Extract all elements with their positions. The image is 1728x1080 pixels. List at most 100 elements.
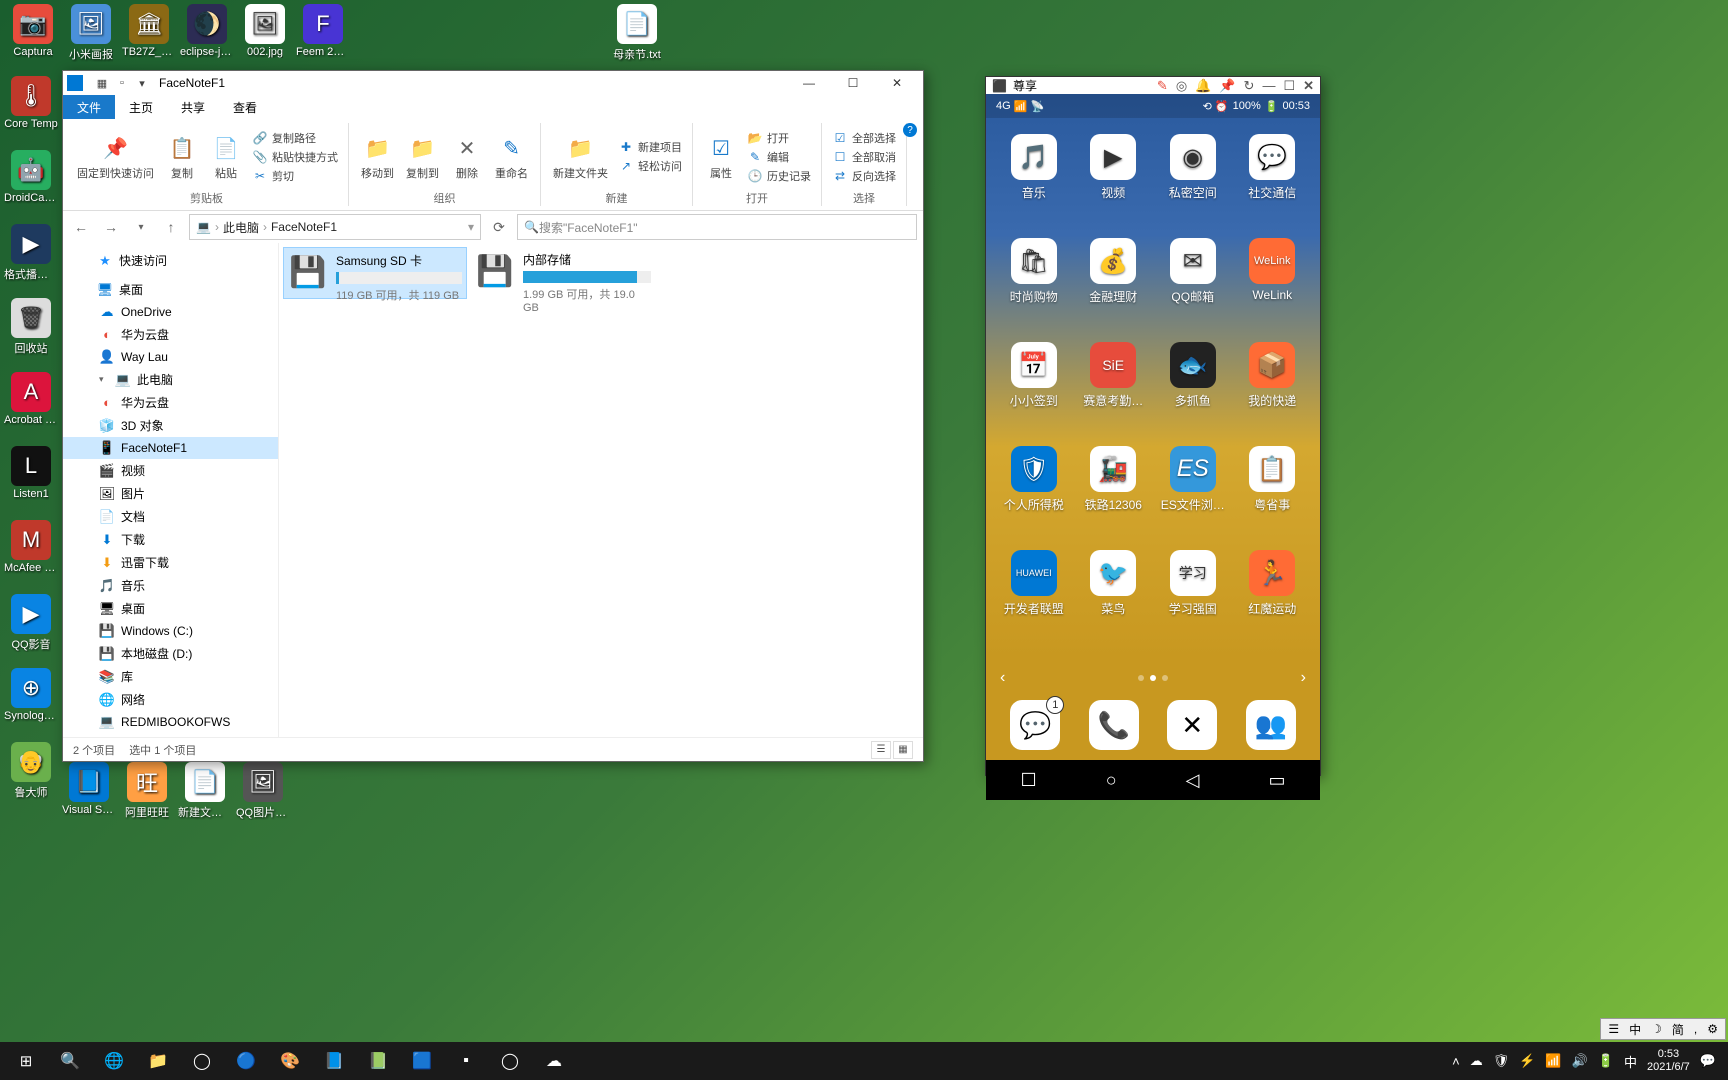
nav-onedrive[interactable]: ☁OneDrive — [63, 301, 278, 323]
app-icon[interactable]: 🛍时尚购物 — [996, 238, 1072, 338]
tray-icon[interactable]: ☁ — [1470, 1053, 1483, 1069]
phone-screen[interactable]: 4G📶 📡 ⟲ ⏰100%🔋00:53 🎵音乐 ▶视频 ◉私密空间 💬社交通信 … — [986, 94, 1320, 800]
qa-props-icon[interactable]: ▦ — [93, 74, 111, 92]
desktop-icon[interactable]: ▶QQ影音 — [4, 594, 58, 664]
nav-item[interactable]: 🎵音乐 — [63, 574, 278, 597]
taskbar-vscode[interactable]: 📘 — [312, 1042, 356, 1080]
app-icon[interactable]: ESES文件浏… — [1155, 446, 1231, 546]
pin-icon[interactable]: 📌 — [1219, 78, 1235, 94]
desktop-icon[interactable]: 旺阿里旺旺 — [120, 762, 174, 832]
app-icon[interactable]: 🚂铁路12306 — [1076, 446, 1152, 546]
nav-item[interactable]: 💾本地磁盘 (D:) — [63, 642, 278, 665]
properties-button[interactable]: ☑属性 — [701, 131, 741, 183]
newitem-button[interactable]: ✚新建项目 — [616, 138, 684, 156]
nav-item[interactable]: 📚库 — [63, 665, 278, 688]
app-icon[interactable]: 💬社交通信 — [1235, 134, 1311, 234]
desktop-icon[interactable]: 🌒eclipse-jav... — [180, 4, 234, 74]
search-input[interactable]: 🔍 搜索"FaceNoteF1" — [517, 214, 917, 240]
history-dropdown[interactable]: ▾ — [129, 215, 153, 239]
app-icon[interactable]: 🐦菜鸟 — [1076, 550, 1152, 650]
edit-button[interactable]: ✎编辑 — [745, 148, 813, 166]
easyaccess-button[interactable]: ↗轻松访问 — [616, 157, 684, 175]
page-prev[interactable]: ‹ — [1000, 669, 1005, 687]
invert-button[interactable]: ⇄反向选择 — [830, 167, 898, 185]
selectall-button[interactable]: ☑全部选择 — [830, 129, 898, 147]
rename-button[interactable]: ✎重命名 — [491, 131, 532, 183]
tray-icon[interactable]: 🔊 — [1572, 1053, 1588, 1069]
titlebar[interactable]: ▦ ▫ ▾ FaceNoteF1 — ☐ ✕ — [63, 71, 923, 95]
breadcrumb-root[interactable]: 此电脑 — [223, 219, 259, 236]
moveto-button[interactable]: 📁移动到 — [357, 131, 398, 183]
dock-phone[interactable]: 📞 — [1089, 700, 1139, 750]
nav-item[interactable]: ⬇迅雷下载 — [63, 551, 278, 574]
forward-button[interactable]: → — [99, 215, 123, 239]
copy-button[interactable]: 📋复制 — [162, 131, 202, 183]
nav-item[interactable]: 🖼图片 — [63, 482, 278, 505]
qa-newfolder-icon[interactable]: ▫ — [113, 74, 131, 92]
target-icon[interactable]: ◎ — [1176, 78, 1187, 94]
phone-titlebar[interactable]: ⬛ 尊享 ✎ ◎ 🔔 📌 ↻ — ☐ ✕ — [986, 77, 1320, 94]
desktop-icon[interactable]: LListen1 — [4, 446, 58, 516]
selectnone-button[interactable]: ☐全部取消 — [830, 148, 898, 166]
nav-item[interactable]: 💻REDMIBOOKOFWS — [63, 711, 278, 733]
pin-button[interactable]: 📌固定到快速访问 — [73, 131, 158, 183]
pasteshortcut-button[interactable]: 📎粘贴快捷方式 — [250, 148, 340, 166]
search-button[interactable]: 🔍 — [48, 1042, 92, 1080]
desktop-icon[interactable]: 🏛TB27Z_mp... — [122, 4, 176, 74]
maximize-button[interactable]: ☐ — [1283, 78, 1295, 94]
nav-item[interactable]: ⬇下载 — [63, 528, 278, 551]
taskbar-app[interactable]: ◯ — [488, 1042, 532, 1080]
app-icon[interactable]: WeLinkWeLink — [1235, 238, 1311, 338]
close-button[interactable]: ✕ — [1303, 78, 1314, 94]
nav-back[interactable]: ◁ — [1186, 770, 1200, 791]
taskbar-explorer[interactable]: 📁 — [136, 1042, 180, 1080]
nav-desktop[interactable]: 🖥桌面 — [63, 278, 278, 301]
minimize-button[interactable]: — — [1262, 78, 1275, 93]
address-bar[interactable]: 💻 › 此电脑 › FaceNoteF1 ▾ — [189, 214, 481, 240]
clock[interactable]: 0:532021/6/7 — [1647, 1048, 1690, 1074]
cut-button[interactable]: ✂剪切 — [250, 167, 340, 185]
nav-recent[interactable]: ☐ — [1021, 770, 1037, 791]
desktop-icon[interactable]: 📄新建文本文档.txt — [178, 762, 232, 832]
desktop-icon[interactable]: 🖼QQ图片20210602... — [236, 762, 290, 832]
tray-icon[interactable]: 🛡 — [1493, 1053, 1510, 1069]
minimize-button[interactable]: — — [787, 71, 831, 95]
breadcrumb-current[interactable]: FaceNoteF1 — [271, 220, 337, 234]
app-icon[interactable]: 🏃红魔运动 — [1235, 550, 1311, 650]
app-icon[interactable]: 📦我的快递 — [1235, 342, 1311, 442]
desktop-icon[interactable]: 🤖DroidCam... — [4, 150, 58, 220]
taskbar-app[interactable]: ☁ — [532, 1042, 576, 1080]
desktop-icon[interactable]: 🗑回收站 — [4, 298, 58, 368]
desktop-icon[interactable]: AAcrobat Reader DC — [4, 372, 58, 442]
tab-file[interactable]: 文件 — [63, 95, 115, 119]
drive-item[interactable]: 💾 Samsung SD 卡 119 GB 可用，共 119 GB — [283, 247, 467, 299]
desktop-icon[interactable]: 👴鲁大师 — [4, 742, 58, 812]
nav-item[interactable]: 🧊3D 对象 — [63, 414, 278, 437]
app-icon[interactable]: 💰金融理财 — [1076, 238, 1152, 338]
addr-dropdown-icon[interactable]: ▾ — [468, 220, 474, 234]
app-icon[interactable]: HUAWEI开发者联盟 — [996, 550, 1072, 650]
dock-messages[interactable]: 💬1 — [1010, 700, 1060, 750]
ime-btn[interactable]: 中 — [1626, 1021, 1644, 1038]
app-icon[interactable]: 🎵音乐 — [996, 134, 1072, 234]
tray-icon[interactable]: 📶 — [1545, 1053, 1561, 1069]
newfolder-button[interactable]: 📁新建文件夹 — [549, 131, 612, 183]
delete-button[interactable]: ✕删除 — [447, 131, 487, 183]
app-icon[interactable]: 📅小小签到 — [996, 342, 1072, 442]
nav-item[interactable]: 🖥桌面 — [63, 597, 278, 620]
refresh-icon[interactable]: ↻ — [1244, 78, 1255, 94]
start-button[interactable]: ⊞ — [4, 1042, 48, 1080]
tray-ime[interactable]: 中 — [1624, 1052, 1637, 1071]
ime-toolbar[interactable]: ☰ 中 ☽ 简 , ⚙ — [1600, 1018, 1726, 1040]
taskbar-app[interactable]: 📗 — [356, 1042, 400, 1080]
desktop-icon[interactable]: 📷Captura — [6, 4, 60, 74]
notifications-button[interactable]: 💬 — [1700, 1053, 1716, 1069]
history-button[interactable]: 🕒历史记录 — [745, 167, 813, 185]
nav-item[interactable]: ◐华为云盘 — [63, 391, 278, 414]
nav-item[interactable]: 📄文档 — [63, 505, 278, 528]
nav-extra[interactable]: ▭ — [1268, 770, 1285, 791]
copyto-button[interactable]: 📁复制到 — [402, 131, 443, 183]
drive-item[interactable]: 💾 内部存储 1.99 GB 可用，共 19.0 GB — [471, 247, 655, 299]
open-button[interactable]: 📂打开 — [745, 129, 813, 147]
desktop-icon[interactable]: ⊕Synology Assistant — [4, 668, 58, 738]
